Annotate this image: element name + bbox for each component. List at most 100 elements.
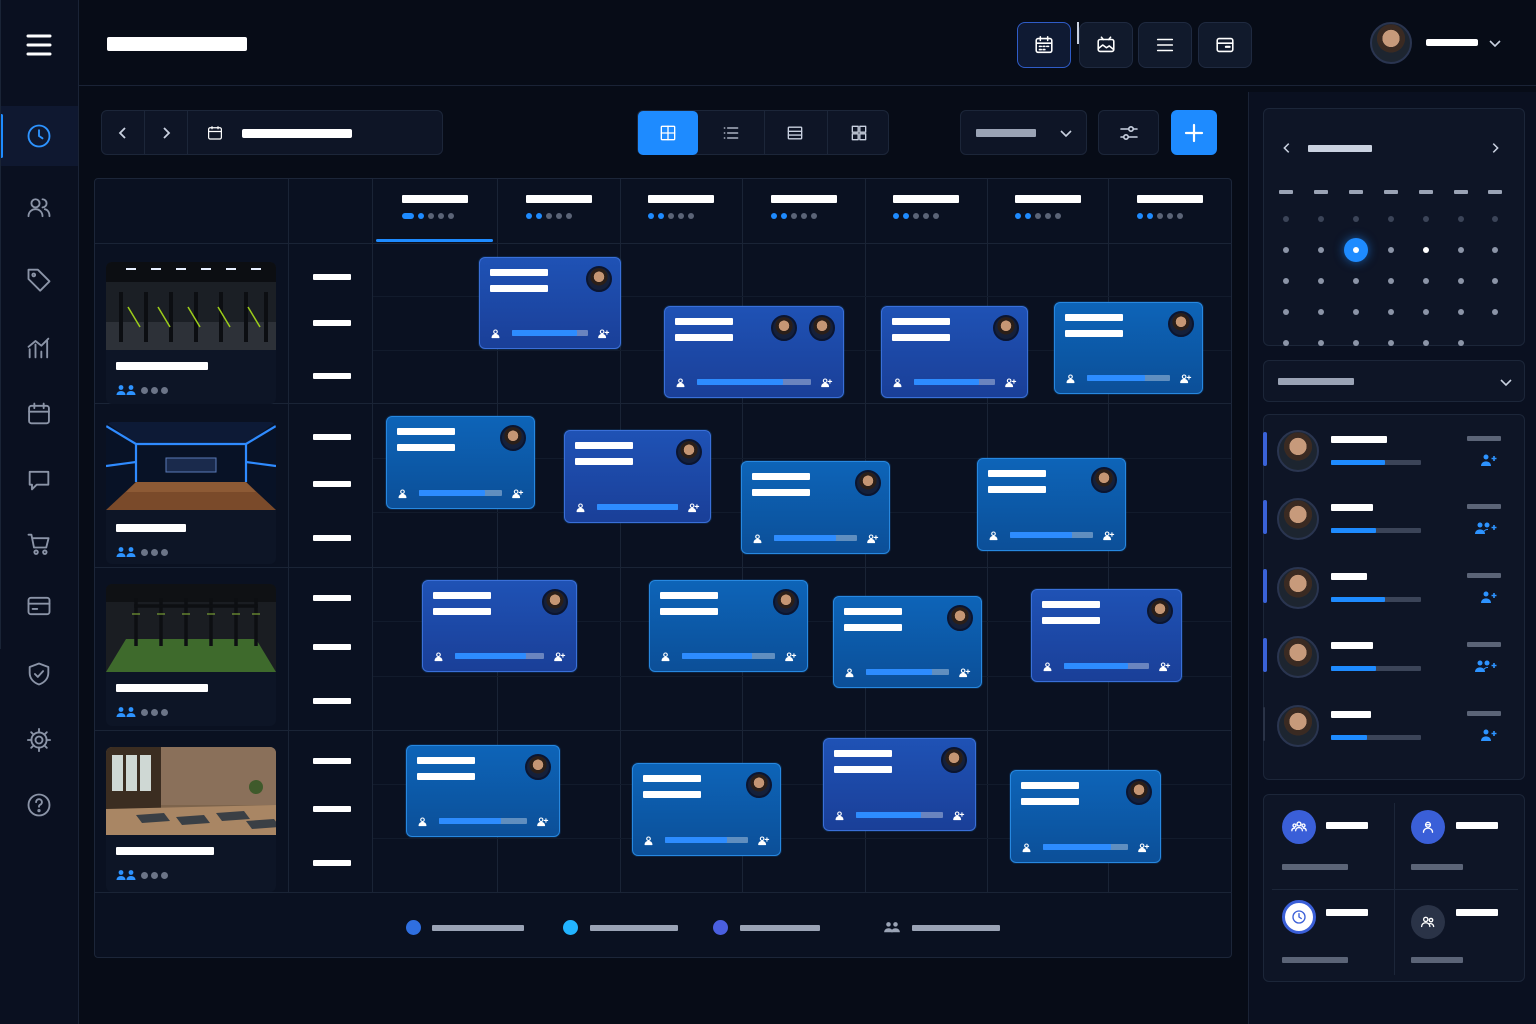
mini-calendar-month [1308,145,1372,152]
tag-icon [27,268,51,292]
nav-billing[interactable] [0,576,78,636]
chevron-left-icon[interactable] [1280,141,1294,155]
tiles-view-button[interactable] [827,111,889,155]
calendar-date[interactable] [1353,340,1359,346]
calendar-date[interactable] [1353,309,1359,315]
calendar-date[interactable] [1423,340,1429,346]
nav-schedule[interactable] [0,106,78,166]
chevron-right-icon [163,126,171,139]
add-session-button[interactable] [1171,110,1217,155]
weekday-label [1419,190,1433,194]
stats-panel [1263,794,1525,982]
calendar-date[interactable] [1388,340,1394,346]
calendar-date[interactable] [1283,278,1289,284]
calendar-icon [1035,35,1053,54]
staff-filter-select[interactable] [1263,360,1525,402]
filter-select-value [976,129,1036,137]
date-range-label[interactable] [242,129,352,138]
weekday-label [1488,190,1502,194]
media-button[interactable] [1079,22,1133,68]
selected-date[interactable] [1344,238,1368,262]
calendar-date[interactable] [1423,247,1429,253]
calendar-date[interactable] [1388,216,1394,222]
chevron-right-icon[interactable] [1488,141,1502,155]
calendar-date[interactable] [1492,247,1498,253]
list-view-icon [723,127,739,139]
weekday-label [1314,190,1328,194]
prev-button[interactable] [102,111,145,154]
calendar-date[interactable] [1283,247,1289,253]
calendar-date[interactable] [1458,247,1464,253]
nav-members[interactable] [0,178,78,238]
calendar-date[interactable] [1283,309,1289,315]
nav-security[interactable] [0,644,78,704]
list-view-button[interactable] [701,111,761,155]
calendar-date[interactable] [1423,216,1429,222]
list-button[interactable] [1138,22,1192,68]
menu-button[interactable] [24,30,54,60]
filters-button[interactable] [1098,110,1159,155]
calendar-date[interactable] [1318,216,1324,222]
table-view-icon [787,126,802,140]
weekday-label [1349,190,1363,194]
weekday-label [1384,190,1398,194]
calendar-date[interactable] [1318,278,1324,284]
mini-calendar [1263,108,1525,346]
nav-calendar[interactable] [0,384,78,444]
calendar-date[interactable] [1423,309,1429,315]
nav-settings[interactable] [0,710,78,770]
calendar-date[interactable] [1458,309,1464,315]
next-button[interactable] [145,111,188,154]
calendar-date[interactable] [1458,278,1464,284]
chat-icon [28,470,50,491]
calendar-date[interactable] [1318,340,1324,346]
help-icon [27,793,51,817]
nav-shop[interactable] [0,514,78,574]
calendar-view-button[interactable] [1017,22,1071,68]
calendar-date[interactable] [1423,278,1429,284]
shield-icon [28,662,50,686]
staff-filter-label [1278,378,1354,385]
calendar-date[interactable] [1458,340,1464,346]
weekday-label [1279,190,1293,194]
user-menu-button[interactable] [1487,35,1503,51]
card-icon [27,596,51,616]
nav-pricing[interactable] [0,249,78,309]
filter-select[interactable] [960,110,1087,155]
view-switcher [637,110,889,155]
grid-view-button[interactable] [638,111,698,155]
right-panel [1248,92,1536,1024]
menu-icon [26,34,52,56]
table-view-button[interactable] [764,111,824,155]
calendar-date[interactable] [1388,247,1394,253]
calendar-date[interactable] [1353,216,1359,222]
calendar-date[interactable] [1283,340,1289,346]
chevron-left-icon [118,126,126,139]
weekday-label [1454,190,1468,194]
chevron-down-icon [1500,379,1512,387]
nav-help[interactable] [0,775,78,835]
calendar-date[interactable] [1388,309,1394,315]
tiles-view-icon [851,125,866,141]
nav-messages[interactable] [0,450,78,510]
plus-icon [1184,123,1204,142]
calendar-date[interactable] [1492,216,1498,222]
calendar-date[interactable] [1318,247,1324,253]
app-title [107,37,247,51]
calendar-date[interactable] [1458,216,1464,222]
calendar-date[interactable] [1318,309,1324,315]
sliders-icon [1119,125,1138,140]
calendar-date[interactable] [1283,216,1289,222]
user-avatar[interactable] [1370,22,1412,64]
selected-date-dot [1353,247,1359,253]
calendar-small-icon [208,126,222,140]
nav-analytics[interactable] [0,318,78,378]
chevron-down-icon [1060,130,1072,138]
image-icon [1097,36,1115,53]
calendar-date[interactable] [1492,309,1498,315]
user-name [1426,39,1478,46]
calendar-date[interactable] [1353,278,1359,284]
calendar-date[interactable] [1388,278,1394,284]
calendar-date[interactable] [1492,278,1498,284]
window-button[interactable] [1198,22,1252,68]
